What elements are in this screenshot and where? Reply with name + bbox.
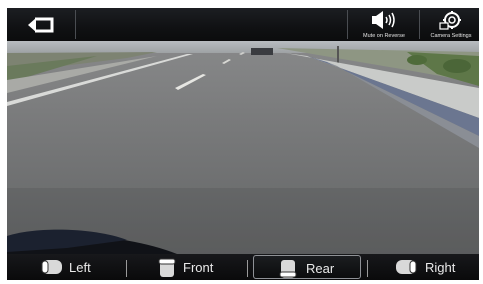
camera-settings-label: Camera Settings bbox=[430, 33, 472, 39]
bottom-divider bbox=[247, 260, 248, 277]
front-view-label: Front bbox=[183, 260, 214, 275]
rear-view-button[interactable]: Rear bbox=[253, 255, 361, 279]
rear-camera-icon bbox=[279, 260, 297, 278]
camera-settings-icon bbox=[439, 11, 461, 30]
camera-settings-button[interactable]: Camera Settings bbox=[423, 9, 479, 40]
bottom-divider bbox=[367, 260, 368, 277]
rear-camera-feed bbox=[7, 8, 479, 280]
top-divider bbox=[75, 10, 76, 39]
mute-on-reverse-button[interactable]: Mute on Reverse bbox=[353, 9, 415, 40]
mute-on-reverse-label: Mute on Reverse bbox=[363, 33, 405, 39]
top-bar: Mute on Reverse Camera Settings bbox=[7, 8, 479, 41]
top-divider bbox=[419, 10, 420, 39]
speaker-icon bbox=[372, 11, 395, 29]
front-view-button[interactable]: Front bbox=[147, 255, 245, 279]
back-button[interactable] bbox=[9, 10, 73, 39]
left-camera-icon bbox=[41, 260, 62, 274]
right-view-button[interactable]: Right bbox=[387, 255, 477, 279]
left-view-label: Left bbox=[69, 260, 91, 275]
top-divider bbox=[347, 10, 348, 39]
bottom-divider bbox=[126, 260, 127, 277]
return-arrow-icon bbox=[28, 17, 54, 33]
front-camera-icon bbox=[158, 258, 176, 277]
left-view-button[interactable]: Left bbox=[35, 255, 125, 279]
rear-view-label: Rear bbox=[306, 261, 335, 276]
right-view-label: Right bbox=[425, 260, 456, 275]
camera-view-bar: Left Front Rear Right bbox=[7, 254, 479, 280]
camera-screen: Mute on Reverse Camera Settings Left Fro… bbox=[7, 8, 479, 280]
right-camera-icon bbox=[396, 260, 417, 274]
